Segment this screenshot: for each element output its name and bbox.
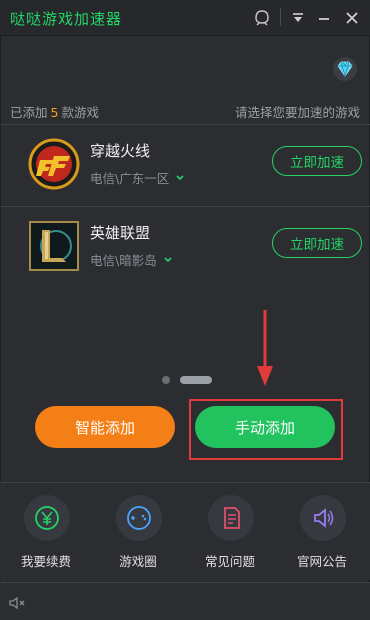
close-icon[interactable] (340, 6, 364, 30)
summary-prefix: 已添加 (10, 105, 48, 120)
game-count: 5 (50, 105, 59, 120)
divider (0, 206, 370, 207)
nav-label: 我要续费 (20, 554, 71, 569)
server-selector[interactable]: 电信\暗影岛 (90, 250, 173, 269)
app-title: 哒哒游戏加速器 (10, 10, 123, 28)
nav-label: 官网公告 (296, 554, 347, 569)
pager-dot-1[interactable] (162, 376, 170, 384)
crossfire-logo (28, 138, 80, 190)
status-bar (0, 582, 370, 620)
divider (0, 124, 370, 125)
select-hint: 请选择您要加速的游戏 (234, 105, 360, 120)
game-name: 穿越火线 (90, 142, 151, 160)
bottom-nav: 我要续费 游戏圈 常见问题 官网公告 (0, 482, 370, 580)
accelerate-button[interactable]: 立即加速 (272, 228, 362, 258)
diamond-icon[interactable] (332, 56, 358, 82)
chevron-down-icon (176, 174, 184, 180)
server-label: 电信\广东一区 (90, 171, 170, 186)
lol-logo (28, 220, 80, 272)
speaker-icon (300, 495, 346, 541)
volume-icon[interactable] (8, 595, 26, 611)
game-name: 英雄联盟 (90, 224, 151, 242)
accelerate-button[interactable]: 立即加速 (272, 146, 362, 176)
titlebar-divider (280, 8, 281, 26)
added-games-summary: 已添加 5 款游戏 (10, 102, 99, 121)
nav-label: 常见问题 (204, 554, 255, 569)
pager-dot-2-active[interactable] (180, 376, 212, 384)
server-label: 电信\暗影岛 (90, 253, 157, 268)
nav-item-announcement[interactable]: 官网公告 (276, 495, 368, 575)
skin-icon[interactable] (250, 6, 274, 30)
document-icon (208, 495, 254, 541)
gamepad-icon (116, 495, 162, 541)
server-selector[interactable]: 电信\广东一区 (90, 168, 185, 187)
menu-icon[interactable] (286, 6, 310, 30)
game-item-lol: 英雄联盟 电信\暗影岛 立即加速 (0, 210, 370, 286)
game-item-crossfire: 穿越火线 电信\广东一区 立即加速 (0, 128, 370, 204)
yuan-icon (24, 495, 70, 541)
manual-add-button[interactable]: 手动添加 (195, 406, 335, 448)
arrow-annotation-icon (255, 310, 275, 386)
nav-item-game-circle[interactable]: 游戏圈 (92, 495, 184, 575)
nav-label: 游戏圈 (119, 554, 157, 569)
nav-item-renew[interactable]: 我要续费 (0, 495, 92, 575)
smart-add-button[interactable]: 智能添加 (35, 406, 175, 448)
title-bar: 哒哒游戏加速器 (0, 0, 370, 36)
chevron-down-icon (164, 256, 172, 262)
minimize-icon[interactable] (312, 6, 336, 30)
summary-suffix: 款游戏 (61, 105, 99, 120)
nav-item-faq[interactable]: 常见问题 (184, 495, 276, 575)
